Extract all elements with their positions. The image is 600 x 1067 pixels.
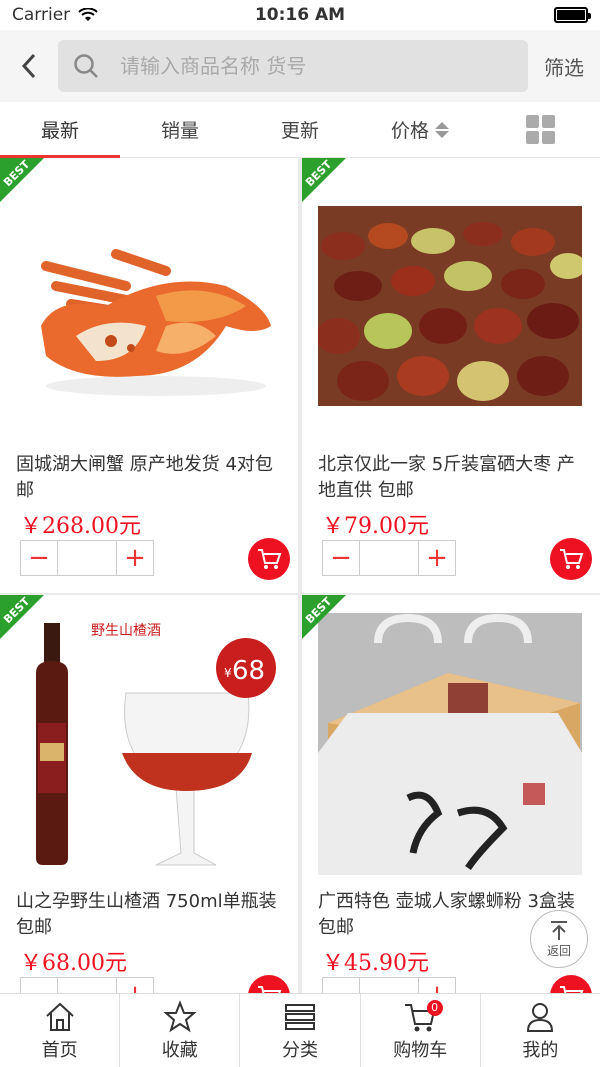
jujube-image[interactable] [318, 176, 582, 438]
tab-sales[interactable]: 销量 [120, 102, 240, 157]
user-icon [527, 1002, 554, 1032]
nav-label: 收藏 [161, 1039, 198, 1061]
category-icon [285, 1003, 315, 1030]
battery-icon [554, 7, 591, 23]
quantity-input[interactable] [57, 541, 117, 575]
product-grid: BEST 固城湖大闸蟹 原产地发货 4对包邮 ￥268.00元 − + BEST… [0, 158, 600, 993]
cart-icon [258, 549, 282, 569]
tab-label: 价格 [390, 120, 429, 142]
chevron-left-icon [21, 53, 36, 79]
product-title[interactable]: 山之孕野生山楂酒 750ml单瓶装 包邮 [16, 889, 286, 941]
search-box[interactable] [58, 40, 528, 92]
minus-button[interactable]: − [21, 978, 57, 993]
sort-tabs: 最新 销量 更新 价格 [0, 102, 600, 158]
wine-image-caption: 野生山楂酒 [91, 623, 161, 639]
product-price: ￥79.00元 [322, 514, 429, 539]
product-title[interactable]: 北京仅此一家 5斤装富硒大枣 产地直供 包邮 [318, 452, 588, 504]
plus-button[interactable]: + [419, 541, 455, 575]
quantity-stepper: − + [20, 540, 154, 576]
minus-button[interactable]: − [21, 541, 57, 575]
add-to-cart-button[interactable] [550, 975, 592, 993]
nav-home[interactable]: 首页 [0, 994, 121, 1067]
tab-price[interactable]: 价格 [360, 102, 480, 157]
back-to-top-button[interactable]: 返回 [530, 910, 588, 968]
cart-count-badge: 0 [426, 1000, 443, 1016]
nav-label: 首页 [41, 1039, 78, 1061]
noodle-box-image[interactable] [318, 613, 582, 875]
plus-button[interactable]: + [117, 978, 153, 993]
svg-text:¥: ¥ [224, 666, 232, 680]
quantity-stepper: − + [322, 977, 456, 993]
back-to-top-label: 返回 [546, 944, 571, 958]
status-bar: Carrier 10:16 AM [0, 0, 600, 30]
crab-image[interactable] [16, 176, 280, 438]
header: 筛选 [0, 30, 600, 102]
product-title[interactable]: 固城湖大闸蟹 原产地发货 4对包邮 [16, 452, 286, 504]
minus-button[interactable]: − [323, 541, 359, 575]
back-button[interactable] [0, 30, 58, 102]
cart-icon [560, 549, 584, 569]
tab-label: 销量 [160, 120, 199, 142]
nav-label: 我的 [522, 1039, 559, 1061]
cart-icon [560, 986, 584, 993]
search-icon [74, 54, 98, 78]
add-to-cart-button[interactable] [248, 538, 290, 580]
quantity-input[interactable] [359, 978, 419, 993]
quantity-input[interactable] [359, 541, 419, 575]
quantity-input[interactable] [57, 978, 117, 993]
tab-label: 更新 [280, 120, 319, 142]
filter-button[interactable]: 筛选 [528, 52, 600, 81]
home-icon [45, 1002, 74, 1031]
nav-category[interactable]: 分类 [240, 994, 361, 1067]
product-price: ￥68.00元 [20, 951, 127, 976]
grid-view-toggle[interactable] [480, 102, 600, 157]
minus-button[interactable]: − [323, 978, 359, 993]
bottom-nav: 首页 收藏 分类 0 购物车 我的 [0, 993, 600, 1067]
product-price: ￥45.90元 [322, 951, 429, 976]
search-input[interactable] [120, 54, 480, 78]
star-icon [163, 999, 197, 1032]
product-price: ￥268.00元 [20, 514, 141, 539]
nav-favorites[interactable]: 收藏 [120, 994, 241, 1067]
wine-image[interactable]: 野生山楂酒 ¥ 68 [16, 613, 280, 875]
product-card[interactable]: 野生山楂酒 ¥ 68 BEST 山之孕野生山楂酒 750ml单瓶装 包邮 ￥68… [0, 595, 298, 993]
product-card[interactable]: BEST 固城湖大闸蟹 原产地发货 4对包邮 ￥268.00元 − + [0, 158, 298, 593]
cart-icon [258, 986, 282, 993]
tab-updated[interactable]: 更新 [240, 102, 360, 157]
product-card[interactable]: BEST 北京仅此一家 5斤装富硒大枣 产地直供 包邮 ￥79.00元 − + [302, 158, 600, 593]
wine-image-price: 68 [232, 656, 265, 686]
add-to-cart-button[interactable] [248, 975, 290, 993]
nav-label: 购物车 [393, 1039, 448, 1061]
clock: 10:16 AM [254, 5, 346, 25]
nav-label: 分类 [282, 1039, 318, 1061]
grid-icon [525, 115, 555, 144]
tab-label: 最新 [40, 120, 79, 142]
nav-profile[interactable]: 我的 [481, 994, 600, 1067]
plus-button[interactable]: + [117, 541, 153, 575]
nav-cart[interactable]: 0 购物车 [361, 994, 481, 1067]
tab-newest[interactable]: 最新 [0, 102, 120, 158]
plus-button[interactable]: + [419, 978, 455, 993]
sort-arrows-icon [435, 121, 449, 138]
quantity-stepper: − + [322, 540, 456, 576]
add-to-cart-button[interactable] [550, 538, 592, 580]
quantity-stepper: − + [20, 977, 154, 993]
arrow-up-icon [551, 921, 567, 940]
